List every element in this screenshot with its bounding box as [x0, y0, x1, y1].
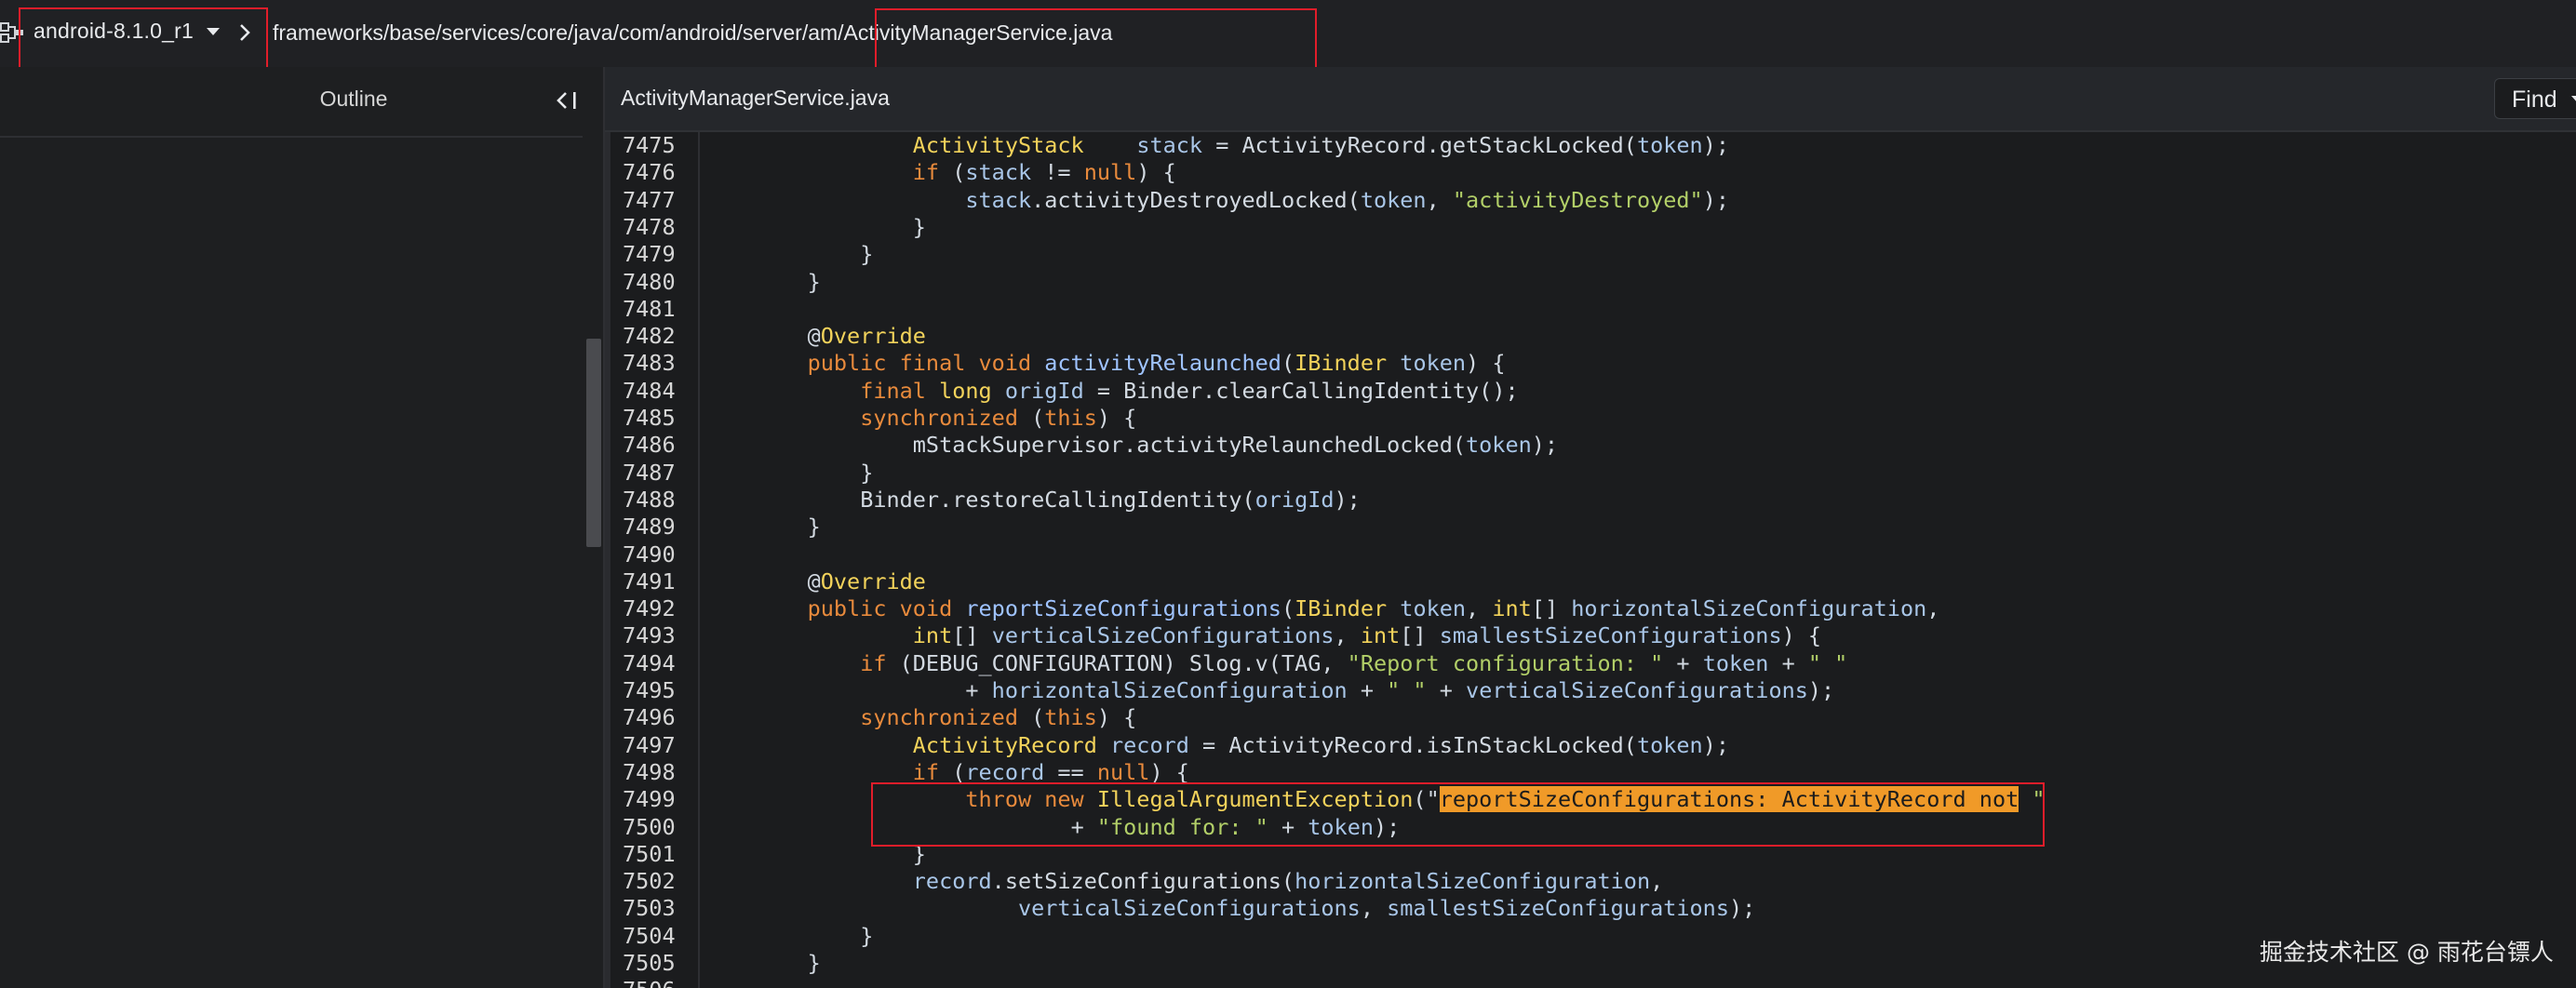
code-text: verticalSizeConfigurations, smallestSize… [1017, 895, 1756, 922]
code-text: ActivityRecord record = ActivityRecord.i… [912, 731, 1729, 758]
code-text: final long origId = Binder.clearCallingI… [860, 377, 1519, 404]
chevron-down-icon [2571, 96, 2576, 103]
find-button[interactable]: Find [2494, 78, 2576, 119]
code-editor: ActivityManagerService.java Find 7475 Ac… [605, 67, 2576, 988]
line-number[interactable]: 7483 [623, 350, 676, 377]
code-view[interactable]: 7475 ActivityStack stack = ActivityRecor… [605, 132, 2576, 988]
line-number[interactable]: 7476 [623, 159, 676, 186]
line-number[interactable]: 7506 [623, 977, 676, 988]
collapse-panel-icon[interactable] [555, 89, 581, 112]
editor-file-title: ActivityManagerService.java [621, 86, 890, 110]
line-number[interactable]: 7490 [623, 541, 676, 568]
line-number[interactable]: 7502 [623, 868, 676, 895]
code-text: } [912, 840, 926, 867]
line-number[interactable]: 7486 [623, 432, 676, 459]
branch-icon [0, 22, 23, 43]
line-number[interactable]: 7481 [623, 296, 676, 323]
line-number[interactable]: 7501 [623, 841, 676, 868]
code-text: ActivityStack stack = ActivityRecord.get… [912, 132, 1729, 158]
code-text: @Override [807, 567, 926, 594]
line-number[interactable]: 7499 [623, 786, 676, 813]
code-text: } [860, 241, 874, 268]
watermark: 掘金技术社区 @ 雨花台镖人 [2260, 939, 2554, 966]
line-number[interactable]: 7498 [623, 759, 676, 786]
code-text: + horizontalSizeConfiguration + " " + ve… [965, 677, 1835, 703]
line-number[interactable]: 7496 [623, 704, 676, 731]
line-number[interactable]: 7495 [623, 677, 676, 704]
chevron-down-icon[interactable] [207, 28, 220, 35]
code-text: public final void activityRelaunched(IBi… [807, 350, 1506, 377]
code-text: } [807, 514, 821, 541]
line-number[interactable]: 7477 [623, 187, 676, 214]
code-text: int[] verticalSizeConfigurations, int[] … [912, 622, 1822, 649]
line-number[interactable]: 7489 [623, 514, 676, 541]
line-number[interactable]: 7475 [623, 132, 676, 159]
line-number[interactable]: 7504 [623, 923, 676, 950]
line-number[interactable]: 7487 [623, 460, 676, 487]
code-text: mStackSupervisor.activityRelaunchedLocke… [912, 432, 1559, 459]
line-number[interactable]: 7488 [623, 487, 676, 514]
gutter-divider [698, 132, 700, 988]
outline-title: Outline [319, 87, 388, 111]
line-number[interactable]: 7503 [623, 895, 676, 922]
editor-header: ActivityManagerService.java Find [605, 67, 2576, 132]
code-text: synchronized (this) { [860, 704, 1137, 731]
outline-panel: Outline [0, 67, 605, 988]
line-number[interactable]: 7484 [623, 378, 676, 405]
code-text: } [860, 922, 874, 949]
code-text: if (stack != null) { [912, 159, 1176, 186]
line-number[interactable]: 7492 [623, 595, 676, 622]
line-number[interactable]: 7479 [623, 241, 676, 268]
find-label: Find [2512, 87, 2557, 113]
line-number[interactable]: 7505 [623, 950, 676, 977]
line-number[interactable]: 7480 [623, 269, 676, 296]
code-text: if (DEBUG_CONFIGURATION) Slog.v(TAG, "Re… [860, 649, 1848, 676]
code-text: Binder.restoreCallingIdentity(origId); [860, 486, 1361, 513]
line-number[interactable]: 7497 [623, 732, 676, 759]
line-number[interactable]: 7494 [623, 650, 676, 677]
code-text: @Override [807, 323, 926, 350]
code-text: record.setSizeConfigurations(horizontalS… [912, 868, 1664, 895]
code-text: } [912, 213, 926, 240]
code-text: + "found for: " + token); [1070, 813, 1401, 840]
code-text: } [807, 268, 821, 295]
code-text: if (record == null) { [912, 758, 1189, 785]
line-number[interactable]: 7478 [623, 214, 676, 241]
line-number[interactable]: 7491 [623, 568, 676, 595]
line-number[interactable]: 7485 [623, 405, 676, 432]
line-number[interactable]: 7493 [623, 622, 676, 649]
code-text: stack.activityDestroyedLocked(token, "ac… [965, 186, 1730, 213]
code-text: synchronized (this) { [860, 405, 1137, 431]
outline-scrollbar[interactable] [583, 136, 603, 988]
outline-header: Outline [0, 67, 603, 138]
code-scrollbar[interactable] [605, 132, 610, 988]
file-path-breadcrumb[interactable]: frameworks/base/services/core/java/com/a… [273, 20, 1112, 46]
code-text: public void reportSizeConfigurations(IBi… [807, 595, 1940, 622]
chevron-right-icon [240, 24, 250, 41]
code-text: } [860, 459, 874, 486]
branch-selector-label[interactable]: android-8.1.0_r1 [34, 19, 194, 44]
line-number[interactable]: 7500 [623, 814, 676, 841]
code-text: throw new IllegalArgumentException("repo… [965, 786, 2046, 813]
outline-scrollbar-thumb[interactable] [586, 339, 601, 547]
code-text: } [807, 950, 821, 976]
line-number[interactable]: 7482 [623, 323, 676, 350]
top-bar: android-8.1.0_r1 frameworks/base/service… [0, 0, 2576, 69]
